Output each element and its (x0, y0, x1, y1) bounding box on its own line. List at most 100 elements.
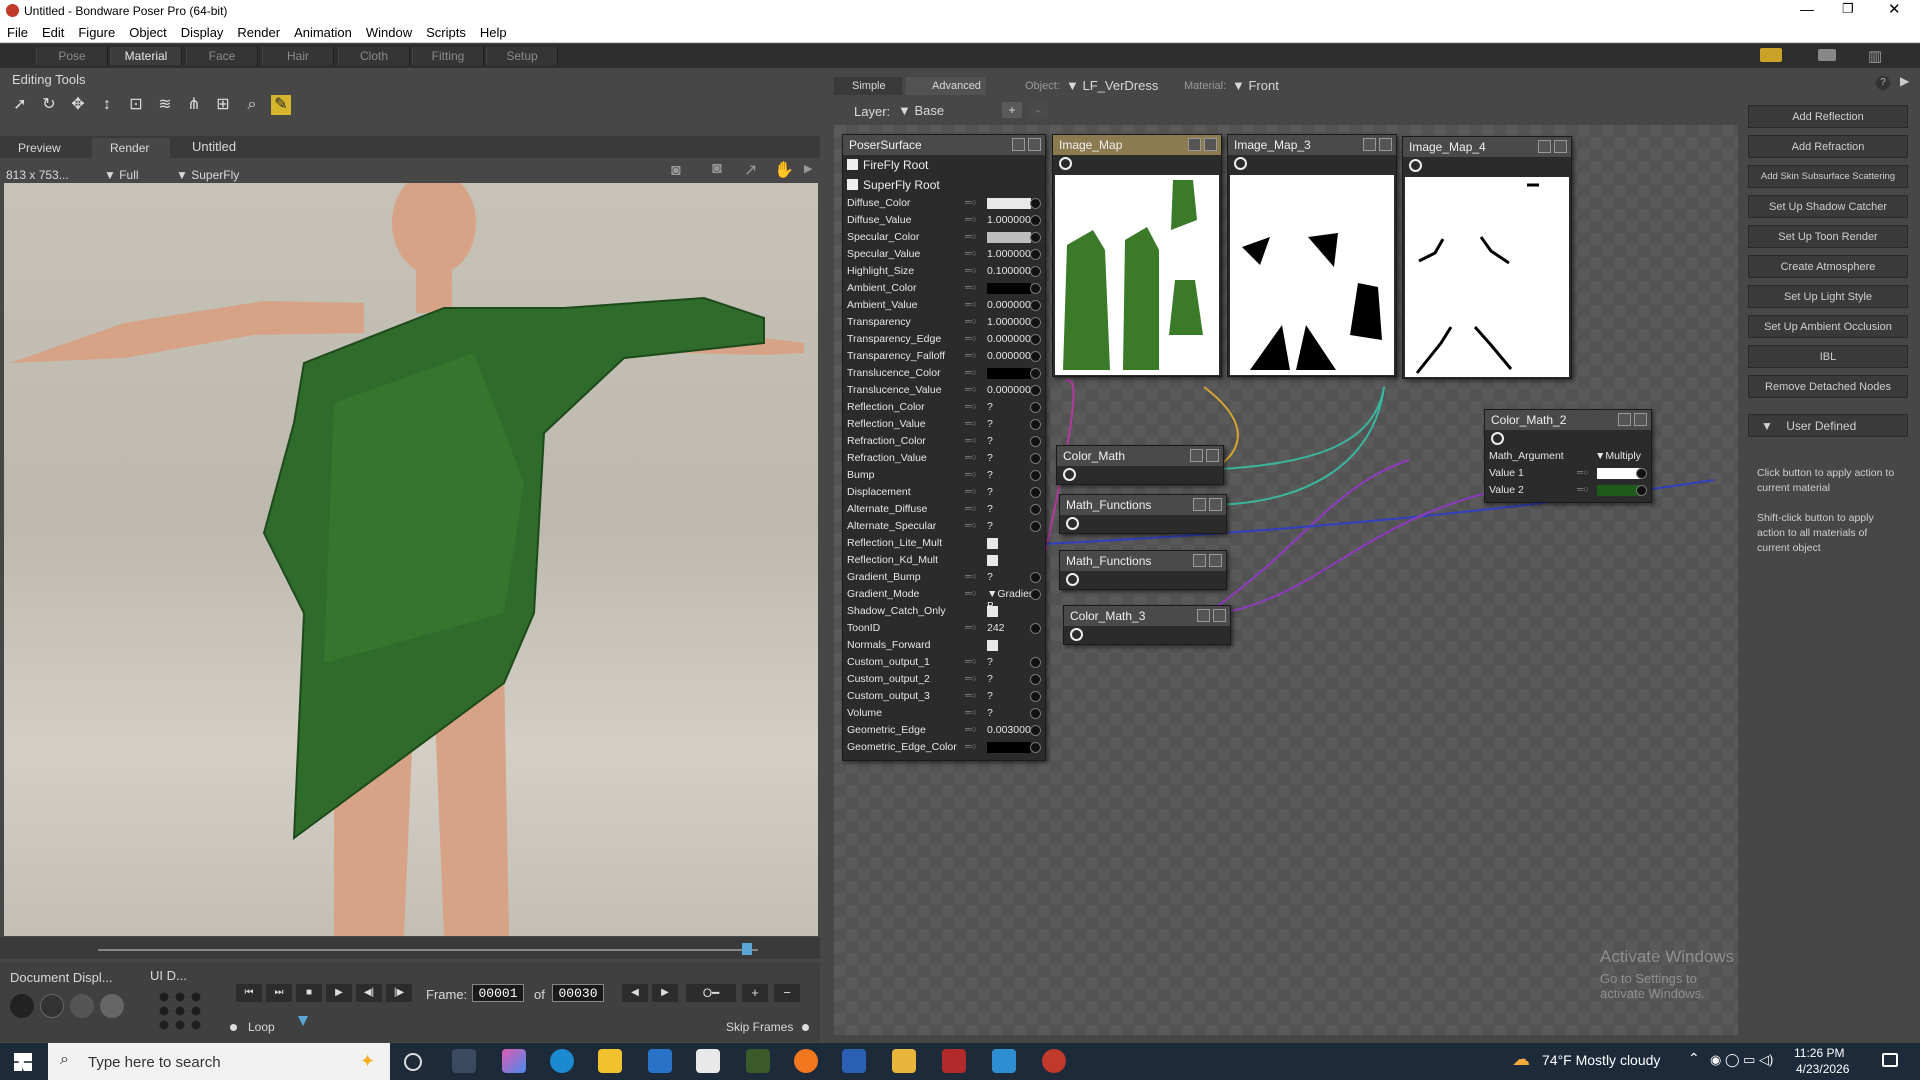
param-row[interactable]: Gradient_Bump ═○? (843, 569, 1045, 586)
param-row[interactable]: Transparency_Edge ═○ 0.000000 (843, 331, 1045, 348)
chat-icon[interactable] (1818, 49, 1836, 61)
first-frame-button[interactable]: ⏮ (236, 984, 262, 1002)
param-checkbox[interactable] (987, 555, 998, 566)
tab-pose[interactable]: Pose (36, 47, 108, 65)
param-row[interactable]: Normals_Forward (843, 637, 1045, 654)
param-row[interactable]: Alternate_Specular ═○? (843, 518, 1045, 535)
math-argument-row[interactable]: Math_Argument ▼Multiply (1485, 448, 1651, 465)
tab-material[interactable]: Material (110, 47, 182, 65)
param-row[interactable]: Refraction_Value ═○? (843, 450, 1045, 467)
menu-figure[interactable]: Figure (71, 22, 122, 40)
hand-icon[interactable]: ✋ (774, 160, 794, 180)
math-functions-node[interactable]: Math_Functions (1059, 550, 1227, 590)
task-view-icon[interactable] (404, 1053, 422, 1071)
node-header[interactable]: PoserSurface (843, 135, 1045, 155)
minimize-icon[interactable]: — (1800, 1, 1814, 17)
param-row[interactable]: Geometric_Edge_Color ═○ (843, 739, 1045, 756)
library-icon[interactable]: ▥ (1868, 47, 1882, 65)
param-row[interactable]: Custom_output_3 ═○? (843, 688, 1045, 705)
input-icon[interactable] (1030, 351, 1041, 362)
collapse-icon[interactable] (1618, 413, 1631, 426)
add-keyframe-button[interactable]: + (742, 984, 768, 1002)
param-row[interactable]: Translucence_Value ═○ 0.000000 (843, 382, 1045, 399)
param-value[interactable]: 0.003000 (987, 724, 1031, 736)
menu-window[interactable]: Window (359, 22, 419, 40)
rotate-tool-icon[interactable]: ↻ (39, 95, 59, 115)
render-camera-icon[interactable]: ◙ (712, 160, 722, 178)
poser-app-icon[interactable] (1042, 1049, 1066, 1073)
preview-icon[interactable] (1206, 449, 1219, 462)
param-row[interactable]: ToonID ═○ 242 (843, 620, 1045, 637)
store-icon[interactable] (696, 1049, 720, 1073)
value2-row[interactable]: Value 2 ═○ (1485, 482, 1651, 499)
param-row[interactable]: Bump ═○? (843, 467, 1045, 484)
node-header[interactable]: Color_Math_3 (1064, 606, 1230, 626)
file-explorer-icon[interactable] (598, 1049, 622, 1073)
layer-dropdown[interactable]: ▼ Base (898, 103, 944, 118)
timeline-scrubber[interactable] (98, 949, 758, 951)
param-value[interactable]: ? (987, 707, 993, 719)
input-icon[interactable] (1030, 402, 1041, 413)
maximize-icon[interactable]: ❐ (1842, 1, 1854, 17)
eyedropper-tool-icon[interactable]: ✎ (271, 95, 291, 115)
collapse-icon[interactable] (1197, 609, 1210, 622)
input-icon[interactable] (1030, 453, 1041, 464)
param-value[interactable]: 0.000000 (987, 350, 1031, 362)
input-icon[interactable] (1636, 485, 1647, 496)
next-keyframe-button[interactable]: ▶ (652, 984, 678, 1002)
node-header[interactable]: Image_Map_3 (1228, 135, 1396, 155)
param-color-swatch[interactable] (987, 368, 1031, 379)
copilot-icon[interactable] (502, 1049, 526, 1073)
node-header[interactable]: Image_Map_4 (1403, 137, 1571, 157)
preview-icon[interactable] (1379, 138, 1392, 151)
image-map-3-node[interactable]: Image_Map_3 (1227, 134, 1397, 377)
collapse-icon[interactable] (1012, 138, 1025, 151)
preview-icon[interactable] (1209, 554, 1222, 567)
add-reflection-button[interactable]: Add Reflection (1748, 105, 1908, 128)
input-icon[interactable] (1030, 419, 1041, 430)
notification-icon[interactable] (1760, 48, 1782, 62)
menu-scripts[interactable]: Scripts (419, 22, 473, 40)
menu-display[interactable]: Display (174, 22, 231, 40)
display-style-icon[interactable] (70, 994, 94, 1018)
preview-icon[interactable] (1028, 138, 1041, 151)
poser-figure-icon[interactable] (942, 1049, 966, 1073)
poser-surface-node[interactable]: PoserSurface FireFly Root SuperFly Root … (842, 134, 1046, 761)
output-icon[interactable] (1066, 517, 1079, 530)
param-row[interactable]: Alternate_Diffuse ═○? (843, 501, 1045, 518)
ambient-occlusion-button[interactable]: Set Up Ambient Occlusion (1748, 315, 1908, 338)
param-value[interactable]: ? (987, 520, 993, 532)
collapse-icon[interactable] (1363, 138, 1376, 151)
input-icon[interactable] (1030, 708, 1041, 719)
param-row[interactable]: Geometric_Edge ═○ 0.003000 (843, 722, 1045, 739)
input-icon[interactable] (1030, 623, 1041, 634)
image-map-4-node[interactable]: Image_Map_4 (1402, 136, 1572, 379)
param-row[interactable]: Shadow_Catch_Only (843, 603, 1045, 620)
image-viewer-icon[interactable] (992, 1049, 1016, 1073)
value1-row[interactable]: Value 1 ═○ (1485, 465, 1651, 482)
camera-icon[interactable]: ◙ (671, 162, 681, 180)
tab-hair[interactable]: Hair (262, 47, 334, 65)
user-defined-dropdown[interactable]: ▼ User Defined (1748, 414, 1908, 437)
node-header[interactable]: Image_Map (1053, 135, 1221, 155)
param-row[interactable]: Specular_Value ═○ 1.000000 (843, 246, 1045, 263)
input-icon[interactable] (1030, 317, 1041, 328)
terminal-icon[interactable] (746, 1049, 770, 1073)
input-icon[interactable] (1030, 657, 1041, 668)
display-style-icon[interactable] (40, 994, 64, 1018)
prev-key-button[interactable]: ⏭ (266, 984, 292, 1002)
firefox-icon[interactable] (794, 1049, 818, 1073)
tray-icons[interactable]: ◉ ◯ ▭ ◁) (1710, 1052, 1773, 1068)
param-value[interactable]: 0.000000 (987, 384, 1031, 396)
param-value[interactable]: ? (987, 401, 993, 413)
taskbar-search-box[interactable]: ⌕ Type here to search ✦ (48, 1043, 390, 1080)
param-value[interactable]: 0.100000 (987, 265, 1031, 277)
param-value[interactable]: ? (987, 571, 993, 583)
menu-edit[interactable]: Edit (35, 22, 71, 40)
param-row[interactable]: Displacement ═○? (843, 484, 1045, 501)
clock-time[interactable]: 11:26 PM (1794, 1046, 1844, 1060)
input-icon[interactable] (1030, 385, 1041, 396)
taper-tool-icon[interactable]: ≋ (155, 95, 175, 115)
input-icon[interactable] (1030, 266, 1041, 277)
display-style-icon[interactable] (100, 994, 124, 1018)
